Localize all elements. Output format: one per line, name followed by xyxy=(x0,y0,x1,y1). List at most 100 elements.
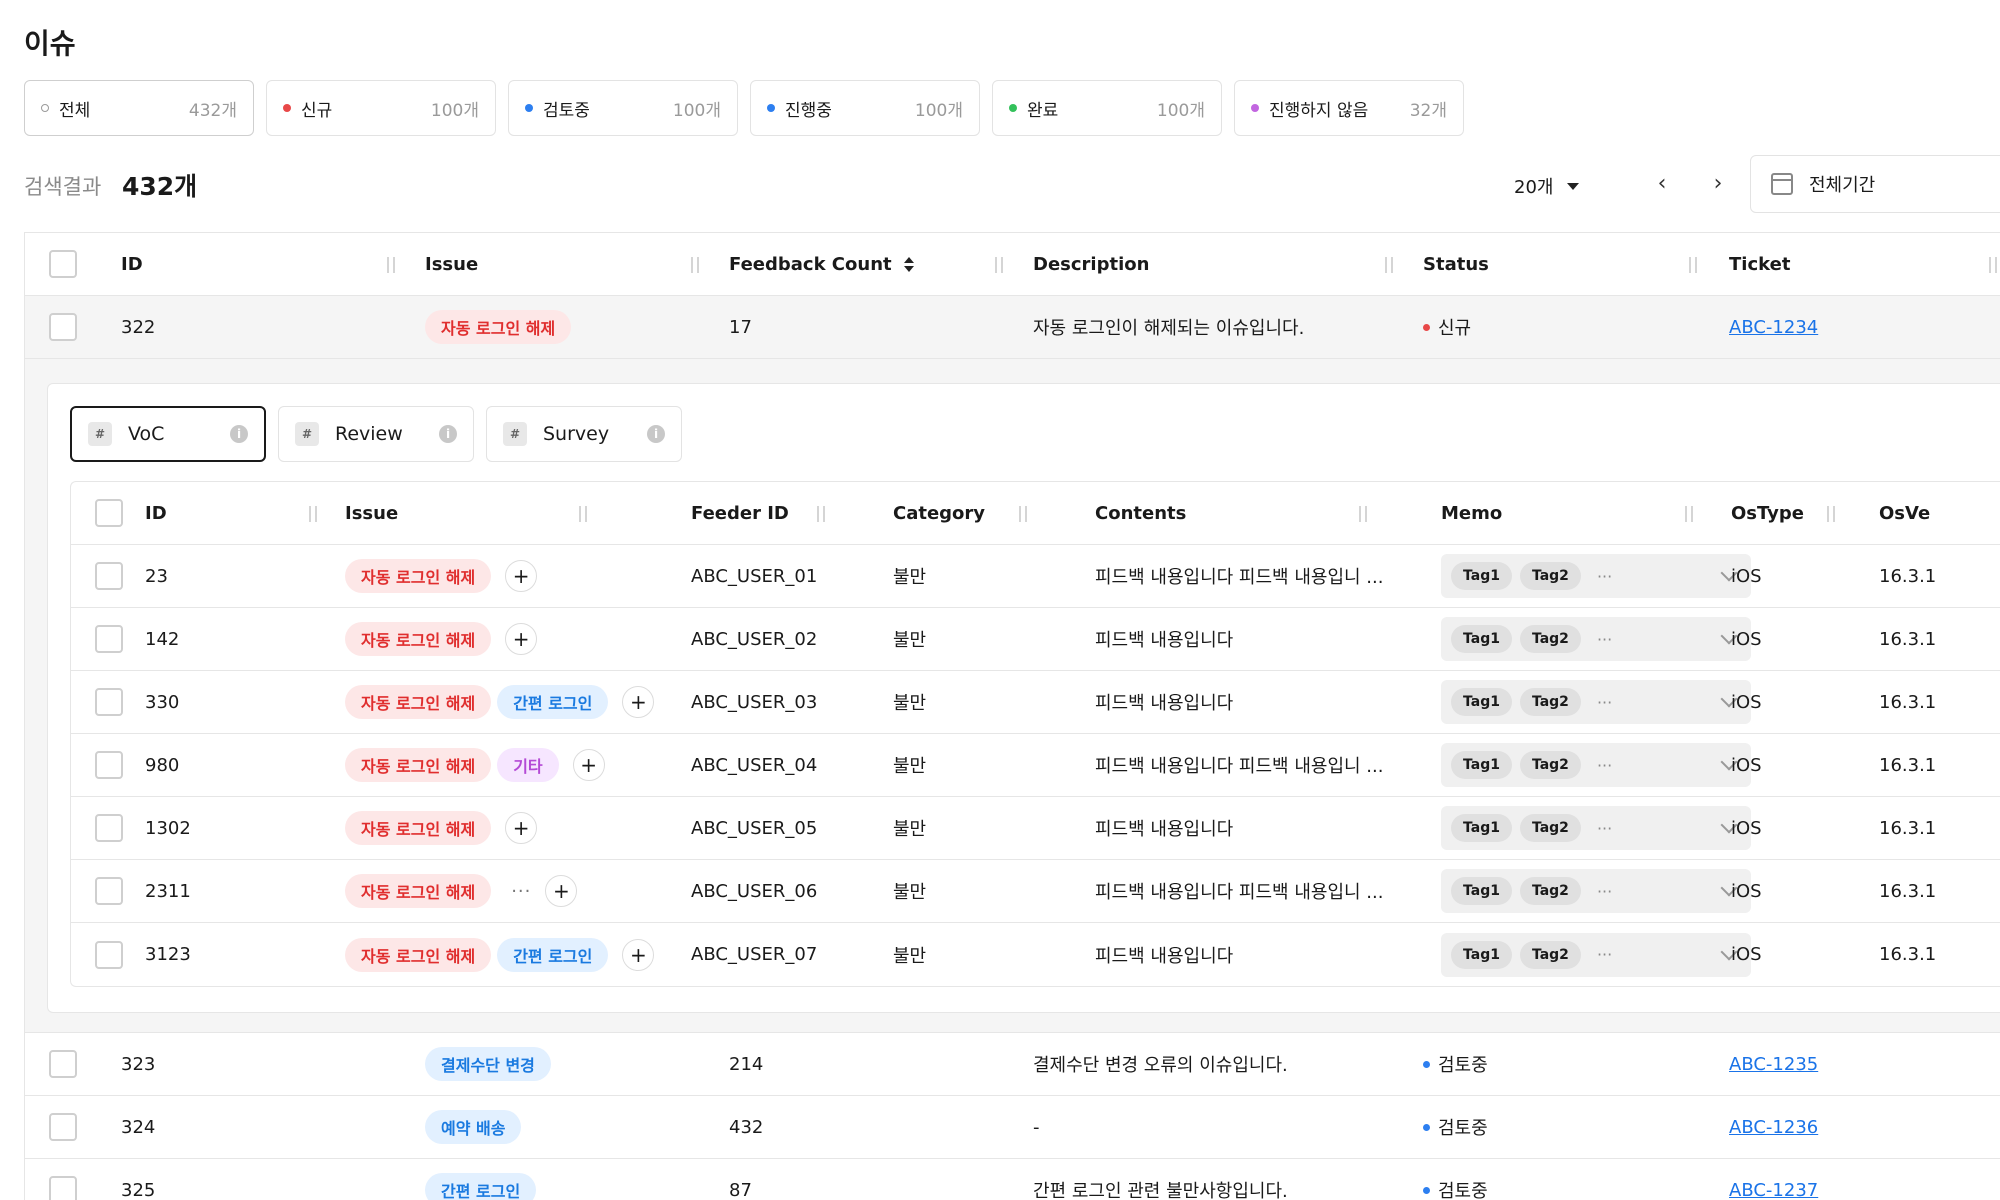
ticket-link[interactable]: ABC-1234 xyxy=(1729,317,1818,338)
more-icon[interactable]: ··· xyxy=(1597,819,1612,838)
issue-tag[interactable]: 기타 xyxy=(497,748,559,782)
column-header-status[interactable]: Status xyxy=(1423,233,1489,295)
column-resize-handle[interactable] xyxy=(1019,506,1027,522)
column-resize-handle[interactable] xyxy=(1989,257,1997,273)
filter-chip-5[interactable]: 진행하지 않음 32개 xyxy=(1234,80,1464,136)
column-header-description[interactable]: Description xyxy=(1033,233,1149,295)
row-checkbox[interactable] xyxy=(49,1176,77,1200)
issue-tag[interactable]: 자동 로그인 해제 xyxy=(345,937,492,972)
tab-survey[interactable]: # Survey i xyxy=(486,406,682,462)
issue-tag[interactable]: 자동 로그인 해제 xyxy=(345,811,492,845)
column-header-ostype[interactable]: OsType xyxy=(1731,482,1804,544)
column-header-ticket[interactable]: Ticket xyxy=(1729,233,1790,295)
tab-review[interactable]: # Review i xyxy=(278,406,474,462)
issue-tag[interactable]: 자동 로그인 해제 xyxy=(345,559,492,593)
column-header-id[interactable]: ID xyxy=(145,482,167,544)
more-icon[interactable]: ··· xyxy=(1597,756,1612,775)
column-header-category[interactable]: Category xyxy=(893,482,985,544)
add-tag-button[interactable]: + xyxy=(572,749,605,781)
issue-tag[interactable]: 자동 로그인 해제 xyxy=(345,622,492,656)
memo-select[interactable]: Tag1 Tag2 ··· xyxy=(1441,869,1751,913)
column-resize-handle[interactable] xyxy=(817,506,825,522)
more-icon[interactable]: ··· xyxy=(1597,945,1612,964)
column-resize-handle[interactable] xyxy=(1359,506,1367,522)
info-icon[interactable]: i xyxy=(230,425,248,443)
row-checkbox[interactable] xyxy=(95,625,123,653)
column-header-contents[interactable]: Contents xyxy=(1095,482,1186,544)
column-resize-handle[interactable] xyxy=(579,506,587,522)
issue-tag[interactable]: 자동 로그인 해제 xyxy=(345,748,492,782)
add-tag-button[interactable]: + xyxy=(505,812,538,844)
row-checkbox[interactable] xyxy=(95,751,123,779)
issue-tag[interactable]: 자동 로그인 해제 xyxy=(345,874,492,908)
sort-icon[interactable] xyxy=(903,256,914,272)
row-checkbox[interactable] xyxy=(95,562,123,590)
table-row[interactable]: 324 예약 배송 432 - 검토중 ABC-1236 xyxy=(25,1096,2000,1159)
column-header-memo[interactable]: Memo xyxy=(1441,482,1502,544)
add-tag-button[interactable]: + xyxy=(622,938,655,971)
info-icon[interactable]: i xyxy=(647,425,665,443)
row-checkbox[interactable] xyxy=(95,688,123,716)
add-tag-button[interactable]: + xyxy=(622,686,655,718)
row-checkbox[interactable] xyxy=(49,1113,77,1141)
column-resize-handle[interactable] xyxy=(387,257,395,273)
column-header-feeder-id[interactable]: Feeder ID xyxy=(691,482,789,544)
ticket-link[interactable]: ABC-1237 xyxy=(1729,1180,1818,1200)
memo-select[interactable]: Tag1 Tag2 ··· xyxy=(1441,806,1751,850)
row-checkbox[interactable] xyxy=(49,1050,77,1078)
column-resize-handle[interactable] xyxy=(1827,506,1835,522)
memo-select[interactable]: Tag1 Tag2 ··· xyxy=(1441,617,1751,661)
tab-voc[interactable]: # VoC i xyxy=(70,406,266,462)
filter-chip-4[interactable]: 완료 100개 xyxy=(992,80,1222,136)
row-checkbox[interactable] xyxy=(49,313,77,341)
column-resize-handle[interactable] xyxy=(995,257,1003,273)
row-checkbox[interactable] xyxy=(95,877,123,905)
table-row[interactable]: 980 자동 로그인 해제 기타 + ABC_USER_04 불만 피드백 내용입니다 피드… xyxy=(71,734,2000,797)
date-range-picker[interactable]: 전체기간 xyxy=(1750,155,2000,213)
filter-chip-3[interactable]: 진행중 100개 xyxy=(750,80,980,136)
issue-tag[interactable]: 간편 로그인 xyxy=(497,937,609,972)
page-size-select[interactable]: 20개 xyxy=(1514,173,1580,199)
memo-select[interactable]: Tag1 Tag2 ··· xyxy=(1441,743,1751,787)
issue-tag[interactable]: 자동 로그인 해제 xyxy=(425,310,572,344)
info-icon[interactable]: i xyxy=(439,425,457,443)
column-header-issue[interactable]: Issue xyxy=(425,233,478,295)
column-resize-handle[interactable] xyxy=(309,506,317,522)
memo-select[interactable]: Tag1 Tag2 ··· xyxy=(1441,932,1751,977)
next-page-button[interactable]: › xyxy=(1704,169,1732,197)
table-row[interactable]: 322 자동 로그인 해제 17 자동 로그인이 해제되는 이슈입니다. 신규 ABC-1… xyxy=(25,296,2000,359)
add-tag-button[interactable]: + xyxy=(505,623,538,655)
column-resize-handle[interactable] xyxy=(1685,506,1693,522)
add-tag-button[interactable]: + xyxy=(505,560,538,592)
more-icon[interactable]: ··· xyxy=(1597,882,1612,901)
table-row[interactable]: 323 결제수단 변경 214 결제수단 변경 오류의 이슈입니다. 검토중 ABC-12… xyxy=(25,1033,2000,1096)
memo-select[interactable]: Tag1 Tag2 ··· xyxy=(1441,680,1751,724)
issue-tag[interactable]: 결제수단 변경 xyxy=(425,1047,551,1081)
add-tag-button[interactable]: + xyxy=(545,875,578,907)
filter-chip-0[interactable]: 전체 432개 xyxy=(24,80,254,136)
more-icon[interactable]: ··· xyxy=(1597,567,1612,586)
column-header-osversion[interactable]: OsVe xyxy=(1879,482,1930,544)
select-all-checkbox[interactable] xyxy=(95,499,123,527)
filter-chip-1[interactable]: 신규 100개 xyxy=(266,80,496,136)
select-all-checkbox[interactable] xyxy=(49,250,77,278)
table-row[interactable]: 23 자동 로그인 해제 + ABC_USER_01 불만 피드백 내용입니다 피드백 내… xyxy=(71,545,2000,608)
column-resize-handle[interactable] xyxy=(691,257,699,273)
more-icon[interactable]: ··· xyxy=(511,881,531,902)
issue-tag[interactable]: 자동 로그인 해제 xyxy=(345,685,492,719)
column-header-issue[interactable]: Issue xyxy=(345,482,398,544)
table-row[interactable]: 325 간편 로그인 87 간편 로그인 관련 불만사항입니다. 검토중 ABC-1237 xyxy=(25,1159,2000,1200)
issue-tag[interactable]: 예약 배송 xyxy=(425,1110,522,1144)
ticket-link[interactable]: ABC-1235 xyxy=(1729,1054,1818,1075)
table-row[interactable]: 1302 자동 로그인 해제 + ABC_USER_05 불만 피드백 내용입니다 Tag1… xyxy=(71,797,2000,860)
memo-select[interactable]: Tag1 Tag2 ··· xyxy=(1441,554,1751,598)
row-checkbox[interactable] xyxy=(95,940,123,969)
column-header-id[interactable]: ID xyxy=(121,233,143,295)
issue-tag[interactable]: 간편 로그인 xyxy=(497,685,609,719)
table-row[interactable]: 3123 자동 로그인 해제 간편 로그인 + ABC_USER_07 불만 피드백 내용입… xyxy=(71,923,2000,986)
table-row[interactable]: 330 자동 로그인 해제 간편 로그인 + ABC_USER_03 불만 피드백 내용입니… xyxy=(71,671,2000,734)
ticket-link[interactable]: ABC-1236 xyxy=(1729,1117,1818,1138)
issue-tag[interactable]: 간편 로그인 xyxy=(425,1173,537,1200)
more-icon[interactable]: ··· xyxy=(1597,630,1612,649)
column-resize-handle[interactable] xyxy=(1689,257,1697,273)
